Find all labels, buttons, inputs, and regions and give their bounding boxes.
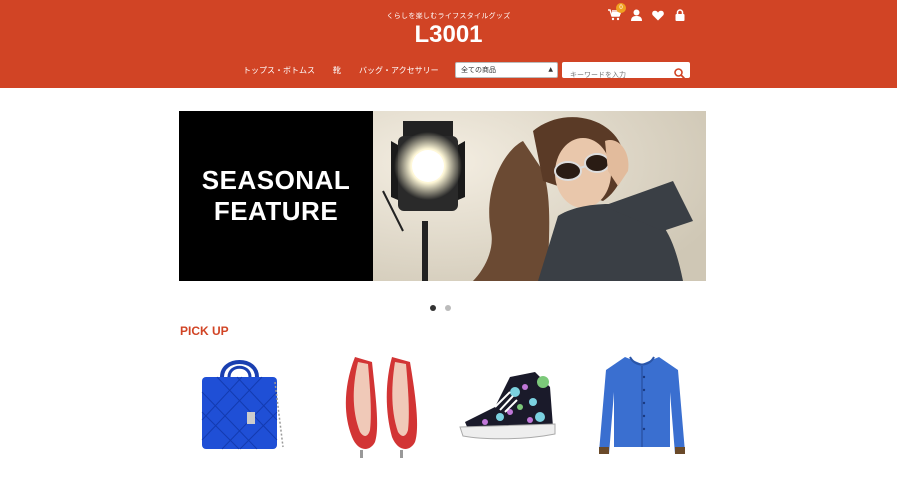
- carousel-dot-1[interactable]: [430, 305, 436, 311]
- carousel-dots: [430, 305, 451, 311]
- search-icon[interactable]: [674, 64, 685, 83]
- select-arrows-icon: ▲: [548, 66, 553, 73]
- main-nav: トップス・ボトムス 靴 バッグ・アクセサリー: [243, 65, 439, 76]
- nav-item-tops-bottoms[interactable]: トップス・ボトムス: [243, 65, 315, 76]
- heart-icon[interactable]: [651, 8, 665, 22]
- hero-photo: [373, 111, 706, 281]
- site-logo[interactable]: L3001: [0, 21, 897, 49]
- search-input[interactable]: [568, 67, 677, 83]
- site-tagline: くらしを楽しむライフスタイルグッズ: [386, 12, 511, 20]
- carousel-dot-2[interactable]: [445, 305, 451, 311]
- cart-icon[interactable]: 0: [607, 3, 626, 22]
- product-blue-handbag[interactable]: [187, 352, 292, 462]
- product-blue-cardigan[interactable]: [590, 352, 695, 462]
- nav-item-bags-accessories[interactable]: バッグ・アクセサリー: [359, 65, 439, 76]
- lock-icon[interactable]: [673, 8, 687, 22]
- category-select[interactable]: 全ての商品 ▲: [455, 62, 558, 78]
- pickup-section-title: PICK UP: [180, 324, 229, 338]
- cart-count-badge: 0: [616, 3, 626, 13]
- site-header: くらしを楽しむライフスタイルグッズ L3001 0 トップス・ボトムス 靴 バッ…: [0, 0, 897, 88]
- product-red-heels[interactable]: [330, 352, 435, 462]
- header-utility-icons: 0: [607, 3, 687, 22]
- user-icon[interactable]: [629, 8, 643, 22]
- hero-headline-line1: SEASONAL: [201, 165, 351, 195]
- search-box: [562, 62, 690, 83]
- hero-text-panel: SEASONAL FEATURE: [179, 111, 373, 281]
- hero-headline-line2: FEATURE: [213, 196, 339, 226]
- category-select-value: 全ての商品: [461, 66, 496, 74]
- nav-item-shoes[interactable]: 靴: [333, 65, 341, 76]
- hero-banner[interactable]: SEASONAL FEATURE: [179, 111, 706, 281]
- product-printed-sneaker[interactable]: [455, 352, 560, 462]
